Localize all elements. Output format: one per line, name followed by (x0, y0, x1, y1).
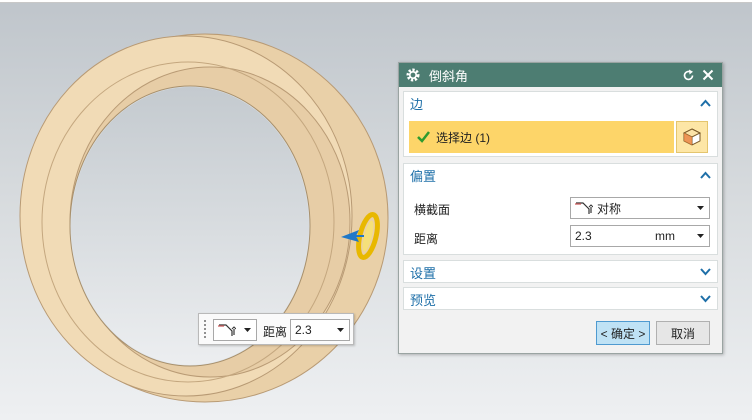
settings-section[interactable]: 设置 (403, 260, 718, 283)
preview-section-header[interactable]: 预览 (404, 288, 717, 310)
cross-section-value: 对称 (597, 201, 622, 216)
settings-section-title: 设置 (410, 265, 437, 281)
chevron-down-icon[interactable] (700, 295, 711, 303)
ok-button[interactable]: < 确定 > (596, 321, 650, 345)
distance-input[interactable]: 2.3 mm (570, 225, 710, 247)
chevron-down-icon[interactable] (697, 234, 704, 238)
cross-section-select[interactable]: 对称 (570, 197, 710, 219)
gear-icon[interactable] (405, 67, 421, 83)
dialog-titlebar: 倒斜角 (399, 63, 722, 87)
chevron-up-icon[interactable] (700, 99, 711, 107)
chevron-up-icon[interactable] (700, 171, 711, 179)
floating-toolbar: 距离 2.3 (198, 313, 354, 345)
reset-icon[interactable] (680, 67, 696, 83)
settings-section-header[interactable]: 设置 (404, 261, 717, 283)
symmetric-chamfer-icon (575, 202, 593, 214)
symmetric-chamfer-icon (218, 324, 236, 336)
chevron-down-icon[interactable] (337, 328, 344, 332)
mini-distance-label: 距离 (263, 325, 288, 339)
dialog-title: 倒斜角 (429, 68, 469, 84)
drag-handle[interactable] (203, 319, 207, 339)
offset-section-header[interactable]: 偏置 (404, 164, 717, 186)
cross-section-label: 横截面 (414, 203, 451, 217)
preview-section[interactable]: 预览 (403, 287, 718, 310)
cross-section-mini-select[interactable] (213, 319, 257, 341)
cube-select-button[interactable] (676, 121, 708, 153)
edge-section-header[interactable]: 边 (404, 92, 717, 114)
preview-section-title: 预览 (410, 292, 437, 308)
cancel-button[interactable]: 取消 (656, 321, 710, 345)
chevron-down-icon (697, 206, 704, 210)
cube-select-icon (682, 128, 702, 146)
checkmark-icon (417, 131, 430, 143)
chevron-down-icon (244, 328, 251, 332)
edge-section: 边 选择边 (1) (403, 91, 718, 157)
select-edge-row[interactable]: 选择边 (1) (409, 121, 674, 153)
chamfer-dialog: 倒斜角 边 选择边 (1) 偏置 横截面 对称 距离 2.3 mm 设置 预览 … (398, 62, 723, 354)
close-icon[interactable] (700, 67, 716, 83)
mini-distance-value[interactable]: 2.3 (295, 323, 312, 337)
edge-section-title: 边 (410, 96, 424, 112)
offset-section-title: 偏置 (410, 168, 437, 184)
distance-value[interactable]: 2.3 (575, 229, 592, 243)
mini-distance-input[interactable]: 2.3 (290, 319, 350, 341)
distance-label: 距离 (414, 232, 439, 246)
offset-section: 偏置 横截面 对称 距离 2.3 mm (403, 163, 718, 255)
chevron-down-icon[interactable] (700, 268, 711, 276)
select-edge-label: 选择边 (1) (436, 130, 491, 145)
distance-unit[interactable]: mm (655, 229, 675, 243)
